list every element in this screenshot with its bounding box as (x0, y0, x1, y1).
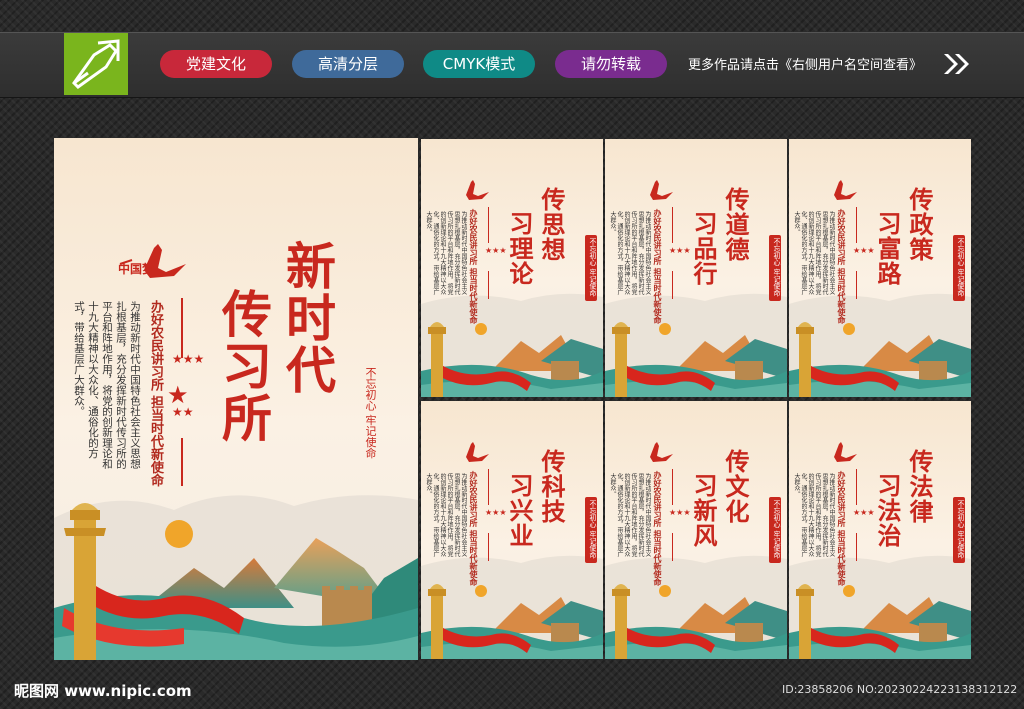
small-body-text: 为推动新时代中国特色社会主义思想扎根基层，充分发挥新时代传习所的平台和阵地作用，… (793, 473, 835, 557)
divider-line (488, 271, 489, 299)
small-title-b: 习法治 (873, 473, 902, 548)
small-title-a: 传政策 (905, 187, 934, 262)
china-dream-brush-logo (834, 442, 857, 462)
small-poster: 传思想 习理论 ★★★ 办好农民讲习所 担当时代新使命 为推动新时代中国特色社会… (421, 139, 603, 397)
small-body-text: 为推动新时代中国特色社会主义思想扎根基层，充分发挥新时代传习所的平台和阵地作用，… (793, 211, 835, 295)
china-dream-brush-logo (650, 180, 673, 200)
more-works-link[interactable]: 更多作品请点击《右侧用户名空间查看》 (688, 54, 922, 73)
small-body-text: 为推动新时代中国特色社会主义思想扎根基层，充分发挥新时代传习所的平台和阵地作用，… (425, 211, 467, 295)
image-id: ID:23858206 NO:20230224223138312122 (782, 683, 1018, 696)
small-subtitle: 办好农民讲习所 担当时代新使命 (469, 209, 479, 324)
small-title-a: 传道德 (721, 187, 750, 262)
china-dream-brush-logo (834, 180, 857, 200)
tag-pill-party-culture[interactable]: 党建文化 (160, 50, 272, 78)
small-title-b: 习品行 (689, 211, 718, 286)
star-icon-group: ★★★ (853, 246, 875, 255)
tag-pill-no-repost[interactable]: 请勿转载 (555, 50, 667, 78)
star-icon-group: ★★★ (172, 352, 205, 366)
small-title-b: 习富路 (873, 211, 902, 286)
divider-line (181, 438, 183, 486)
small-body-text: 为推动新时代中国特色社会主义思想扎根基层，充分发挥新时代传习所的平台和阵地作用，… (609, 211, 651, 295)
china-dream-logo: 中国梦 (114, 242, 194, 286)
tag-pill-hd-layers[interactable]: 高清分层 (292, 50, 404, 78)
small-title-a: 传科技 (537, 449, 566, 524)
small-body-text: 为推动新时代中国特色社会主义思想扎根基层，充分发挥新时代传习所的平台和阵地作用，… (425, 473, 467, 557)
china-dream-brush-logo (650, 442, 673, 462)
star-icon-group: ★★★ (853, 508, 875, 517)
small-subtitle: 办好农民讲习所 担当时代新使命 (837, 209, 847, 324)
main-seal-text: 不忘初心 牢记使命 (364, 367, 377, 459)
main-poster: 中国梦 新时代 传习所 ★★★ ★ ★★ 办好农民讲习所 担当时代新使命 为推动… (54, 138, 418, 660)
divider-line (856, 533, 857, 561)
star-icon-group: ★★★ (485, 508, 507, 517)
pen-nib-icon (72, 39, 120, 89)
china-dream-logo-text: 中国梦 (118, 262, 155, 276)
small-body-text: 为推动新时代中国特色社会主义思想扎根基层，充分发挥新时代传习所的平台和阵地作用，… (609, 473, 651, 557)
main-title-line2: 传习所 (214, 288, 273, 444)
star-icon-group: ★★★ (485, 246, 507, 255)
small-poster: 传道德 习品行 ★★★ 办好农民讲习所 担当时代新使命 为推动新时代中国特色社会… (605, 139, 787, 397)
star-icon-group: ★★ (172, 405, 194, 419)
small-seal-text: 不忘初心 牢记使命 (953, 235, 965, 301)
small-seal-text: 不忘初心 牢记使命 (953, 497, 965, 563)
main-title-line1: 新时代 (278, 240, 337, 396)
divider-line (856, 271, 857, 299)
divider-line (672, 207, 673, 243)
star-icon-group: ★★★ (669, 508, 691, 517)
double-arrow-right-icon[interactable] (942, 52, 972, 76)
small-title-b: 习理论 (505, 211, 534, 286)
small-seal-text: 不忘初心 牢记使命 (769, 235, 781, 301)
small-title-a: 传文化 (721, 449, 750, 524)
small-title-b: 习新风 (689, 473, 718, 548)
small-title-a: 传思想 (537, 187, 566, 262)
small-poster: 传科技 习兴业 ★★★ 办好农民讲习所 担当时代新使命 为推动新时代中国特色社会… (421, 401, 603, 659)
small-subtitle: 办好农民讲习所 担当时代新使命 (837, 471, 847, 586)
small-seal-text: 不忘初心 牢记使命 (585, 497, 597, 563)
small-poster: 传文化 习新风 ★★★ 办好农民讲习所 担当时代新使命 为推动新时代中国特色社会… (605, 401, 787, 659)
china-dream-brush-logo (466, 442, 489, 462)
divider-line (488, 207, 489, 243)
divider-line (672, 533, 673, 561)
small-seal-text: 不忘初心 牢记使命 (585, 235, 597, 301)
small-title-a: 传法律 (905, 449, 934, 524)
small-subtitle: 办好农民讲习所 担当时代新使命 (469, 471, 479, 586)
small-poster: 传法律 习法治 ★★★ 办好农民讲习所 担当时代新使命 为推动新时代中国特色社会… (789, 401, 971, 659)
divider-line (181, 298, 183, 358)
divider-line (856, 469, 857, 505)
tag-pill-cmyk[interactable]: CMYK模式 (423, 50, 535, 78)
divider-line (488, 533, 489, 561)
brand-logo[interactable] (64, 33, 128, 95)
small-poster: 传政策 习富路 ★★★ 办好农民讲习所 担当时代新使命 为推动新时代中国特色社会… (789, 139, 971, 397)
small-title-b: 习兴业 (505, 473, 534, 548)
star-icon-group: ★★★ (669, 246, 691, 255)
small-subtitle: 办好农民讲习所 担当时代新使命 (653, 209, 663, 324)
site-watermark: 昵图网 www.nipic.com (14, 682, 192, 700)
small-seal-text: 不忘初心 牢记使命 (769, 497, 781, 563)
small-subtitle: 办好农民讲习所 担当时代新使命 (653, 471, 663, 586)
divider-line (672, 469, 673, 505)
divider-line (856, 207, 857, 243)
divider-line (672, 271, 673, 299)
divider-line (488, 469, 489, 505)
main-body-text: 为推动新时代中国特色社会主义思想扎根基层，充分发挥新时代传习所的平台和阵地作用，… (73, 301, 141, 469)
china-dream-brush-logo (466, 180, 489, 200)
main-subtitle: 办好农民讲习所 担当时代新使命 (148, 300, 163, 487)
